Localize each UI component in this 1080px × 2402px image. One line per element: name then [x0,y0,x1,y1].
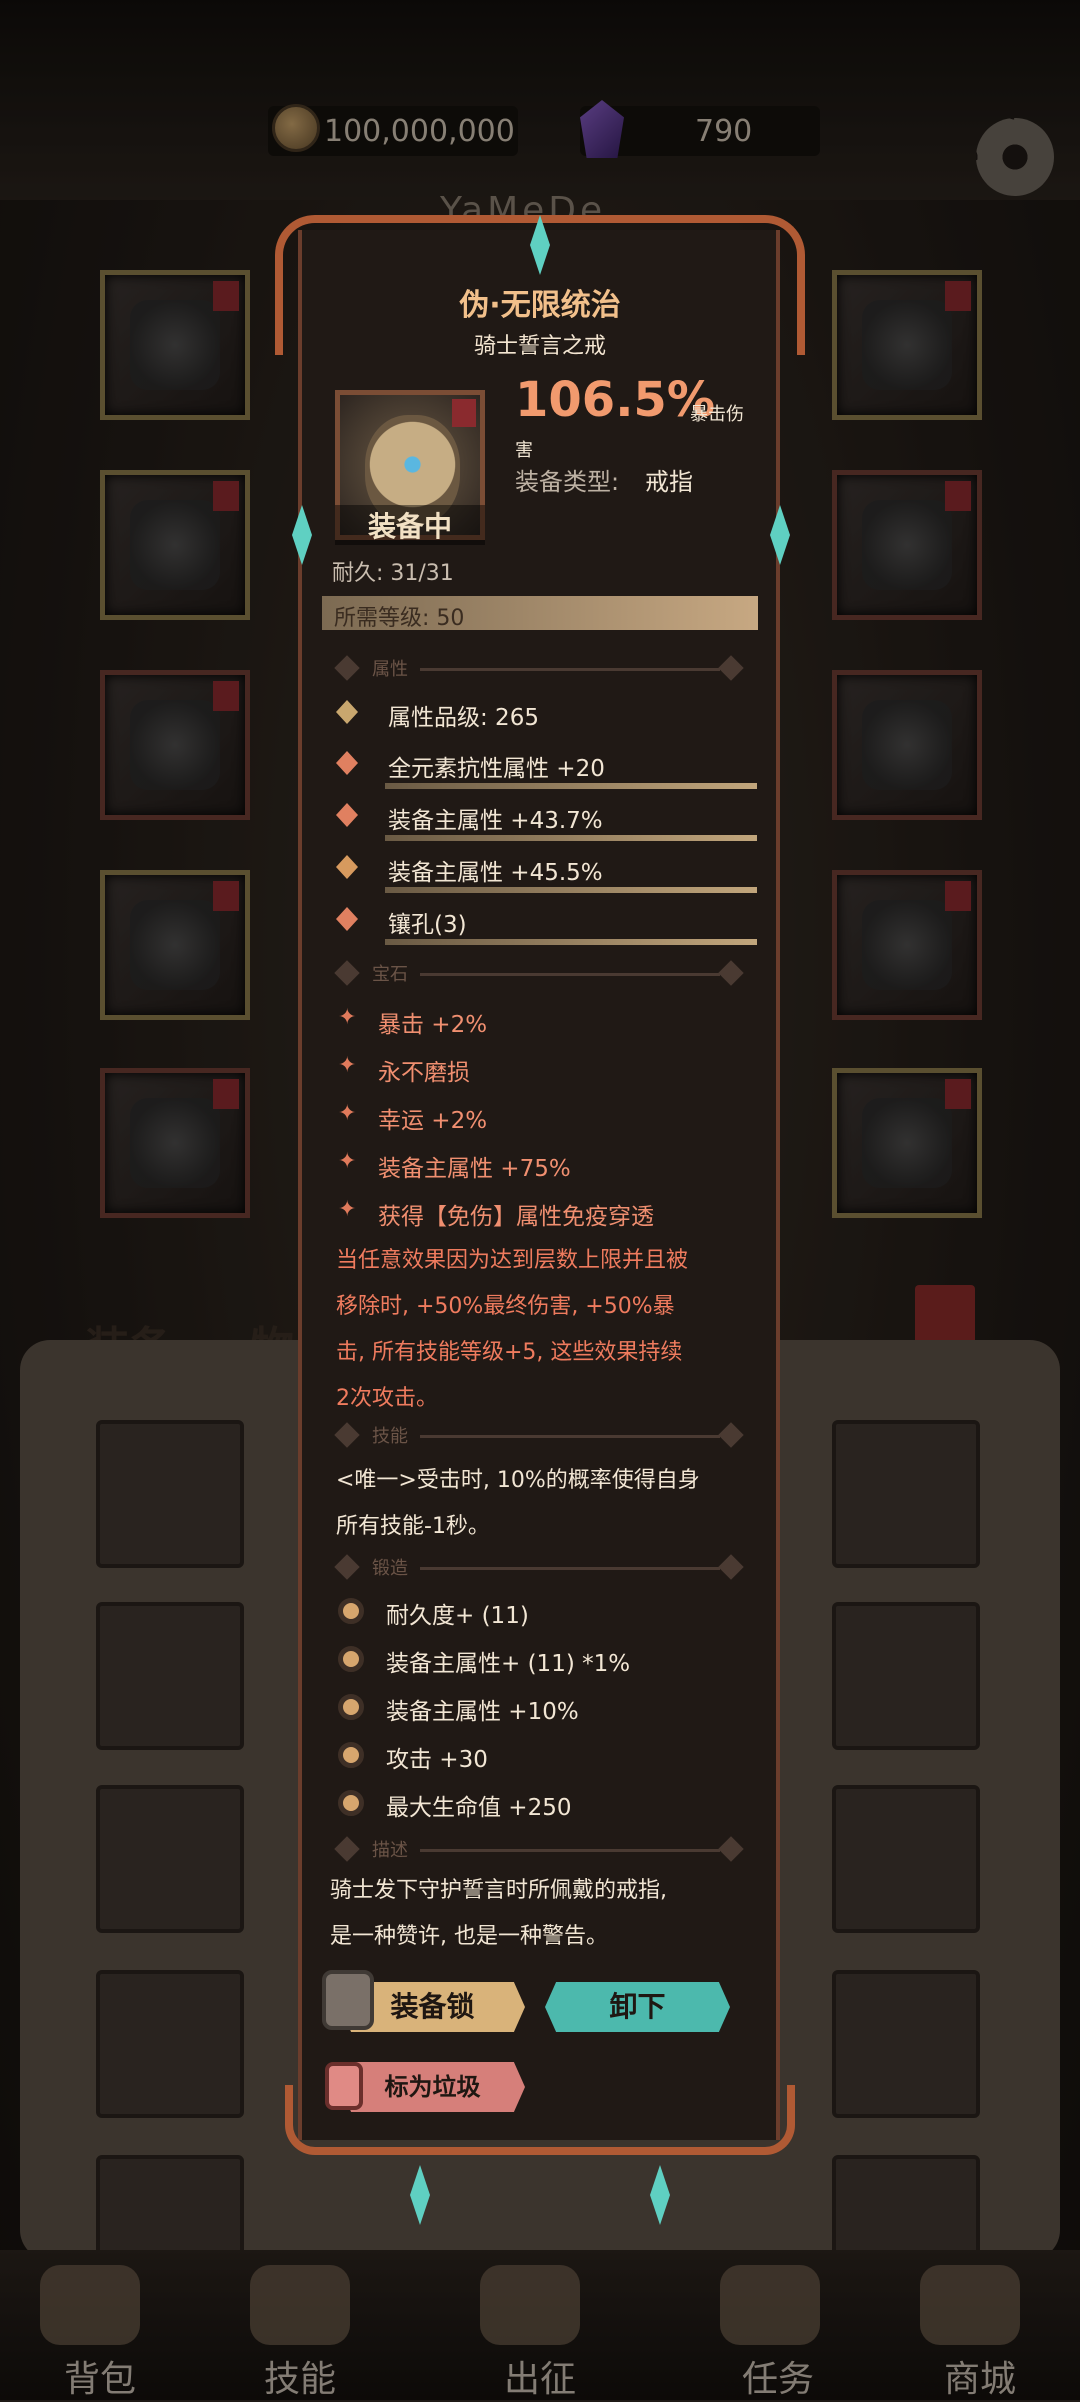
section-attributes: 属性 [330,655,750,681]
section-title: 锻造 [372,1558,408,1579]
section-title: 描述 [372,1840,408,1861]
forge-text: 装备主属性 +10% [386,1699,579,1725]
attr-roll-bar [385,887,757,893]
trash-bag-icon[interactable] [325,2062,363,2110]
divider [420,1849,720,1852]
crown-icon [336,700,358,724]
gem-text: 暴击 +2% [378,1012,488,1038]
section-diamond-icon [334,655,360,681]
attr-text: 全元素抗性属性 +20 [388,756,605,782]
sparkle-icon: ✦ [338,1053,357,1078]
sparkle-icon: ✦ [338,1197,357,1222]
attr-diamond-icon [336,803,358,827]
unequip-button[interactable]: 卸下 [545,1982,730,2032]
attr-diamond-icon [336,907,358,931]
skill-text: <唯一>受击时, 10%的概率使得自身 所有技能-1秒。 [336,1468,700,1539]
lock-icon[interactable] [322,1970,374,2030]
section-skills: 技能 [330,1422,750,1448]
item-type-value: 戒指 [645,468,693,496]
attr-line: 镶孔(3) [330,905,750,938]
section-diamond-icon [334,1836,360,1862]
attr-line: 全元素抗性属性 +20 [330,749,750,782]
attr-grade: 属性品级: 265 [330,698,750,731]
attr-text: 镶孔(3) [388,912,467,938]
durability: 耐久: 31/31 [332,561,454,586]
crit-damage-value: 106.5% [515,372,715,428]
section-diamond-icon [718,1554,744,1580]
gem-effect-text: 当任意效果因为达到层数上限并且被 移除时, +50%最终伤害, +50%暴 击,… [336,1248,689,1411]
attr-roll-bar [385,783,757,789]
section-title: 属性 [372,659,408,680]
rarity-badge [452,399,476,427]
refresh-icon [336,855,358,879]
attr-text: 装备主属性 +45.5% [388,860,603,886]
crit-damage-label: 暴击伤 [690,404,744,425]
item-type-label: 装备类型: [515,468,620,496]
gem-text: 幸运 +2% [378,1108,488,1134]
section-diamond-icon [334,1554,360,1580]
section-title: 技能 [372,1426,408,1447]
forge-dot-icon [338,1598,364,1624]
section-gems: 宝石 [330,960,750,986]
crit-damage-label-cont: 害 [515,440,533,461]
attr-line: 装备主属性 +45.5% [330,853,750,886]
divider [420,668,720,671]
section-diamond-icon [718,960,744,986]
forge-text: 装备主属性+ (11) *1% [386,1651,631,1677]
required-level: 所需等级: 50 [322,596,758,631]
attr-line: 装备主属性 +43.7% [330,801,750,834]
divider [420,973,720,976]
forge-text: 最大生命值 +250 [386,1795,572,1821]
section-forging: 锻造 [330,1554,750,1580]
section-title: 宝石 [372,964,408,985]
forge-dot-icon [338,1742,364,1768]
mark-junk-button[interactable]: 标为垃圾 [340,2062,525,2112]
gem-text: 永不磨损 [378,1060,470,1086]
section-diamond-icon [334,1422,360,1448]
gem-text: 获得【免伤】属性免疫穿透 [378,1204,654,1230]
divider [420,1567,720,1570]
gem-text: 装备主属性 +75% [378,1156,571,1182]
section-diamond-icon [334,960,360,986]
item-name: 伪·无限统治 [459,288,621,323]
forge-dot-icon [338,1694,364,1720]
attr-roll-bar [385,835,757,841]
attr-diamond-icon [336,751,358,775]
item-subtitle: 骑士誓言之戒 [473,334,606,359]
section-diamond-icon [718,1422,744,1448]
forge-dot-icon [338,1790,364,1816]
attr-roll-bar [385,939,757,945]
equipped-label: 装备中 [335,505,485,545]
sparkle-icon: ✦ [338,1005,357,1030]
sparkle-icon: ✦ [338,1149,357,1174]
forge-text: 耐久度+ (11) [386,1603,529,1629]
section-description: 描述 [330,1836,750,1862]
attr-text: 装备主属性 +43.7% [388,808,603,834]
section-diamond-icon [718,655,744,681]
item-description: 骑士发下守护誓言时所佩戴的戒指, 是一种赞许, 也是一种警告。 [330,1878,667,1949]
forge-dot-icon [338,1646,364,1672]
forge-text: 攻击 +30 [386,1747,488,1773]
section-diamond-icon [718,1836,744,1862]
attr-text: 属性品级: 265 [388,705,539,731]
divider [420,1435,720,1438]
sparkle-icon: ✦ [338,1101,357,1126]
